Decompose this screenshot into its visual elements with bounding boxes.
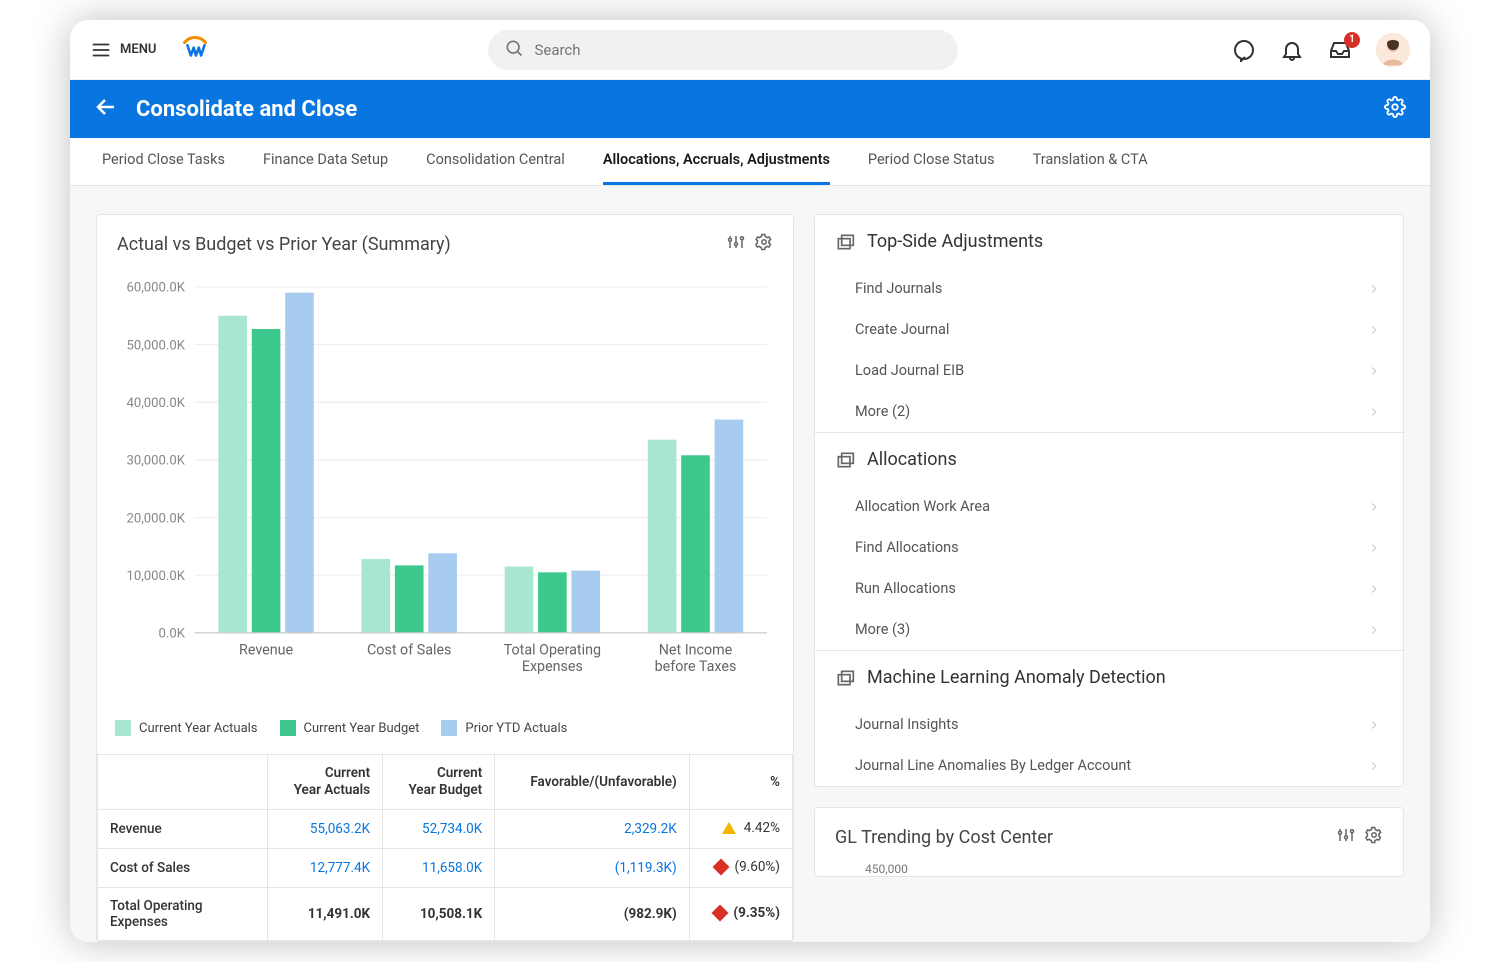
group-item[interactable]: Load Journal EIB [815, 350, 1403, 391]
gl-axis-tick: 450,000 [835, 848, 1383, 876]
group-header: Allocations [815, 433, 1403, 486]
group-item[interactable]: Journal Insights [815, 704, 1403, 745]
group-item[interactable]: More (2) [815, 391, 1403, 432]
tab-period-close-tasks[interactable]: Period Close Tasks [102, 151, 225, 185]
gl-card-title: GL Trending by Cost Center [835, 827, 1337, 848]
table-header [98, 755, 268, 810]
gl-gear-icon[interactable] [1365, 826, 1383, 848]
inbox-icon[interactable]: 1 [1328, 38, 1352, 62]
page-settings-icon[interactable] [1384, 96, 1406, 122]
alert-icon [714, 907, 726, 923]
svg-text:Cost of Sales: Cost of Sales [367, 642, 451, 658]
menu-label: MENU [120, 42, 156, 57]
menu-button[interactable]: MENU [90, 39, 156, 61]
svg-text:Total Operating: Total Operating [504, 642, 601, 658]
alert-icon [715, 861, 727, 877]
bar-chart: 0.0K 10,000.0K 20,000.0K 30,000.0K 40,000.0K… [111, 275, 779, 704]
svg-text:60,000.0K: 60,000.0K [126, 281, 185, 296]
chart-legend: Current Year Actuals Current Year Budget P… [97, 714, 793, 754]
svg-text:10,000.0K: 10,000.0K [126, 569, 185, 584]
legend-item[interactable]: Prior YTD Actuals [441, 720, 567, 736]
group-item[interactable]: Create Journal [815, 309, 1403, 350]
svg-text:0.0K: 0.0K [159, 627, 186, 642]
chart-gear-icon[interactable] [755, 233, 773, 255]
table-row[interactable]: Cost of Sales12,777.4K11,658.0K(1,119.3K… [98, 849, 793, 888]
search-icon [504, 38, 524, 62]
inbox-badge: 1 [1344, 32, 1360, 48]
legend-item[interactable]: Current Year Actuals [115, 720, 258, 736]
chart-configure-icon[interactable] [727, 233, 745, 255]
gl-configure-icon[interactable] [1337, 826, 1355, 848]
search-box[interactable] [488, 30, 958, 70]
svg-text:50,000.0K: 50,000.0K [126, 338, 185, 353]
table-header: CurrentYear Actuals [268, 755, 383, 810]
chart-card-title: Actual vs Budget vs Prior Year (Summary) [117, 234, 717, 255]
svg-text:Revenue: Revenue [239, 642, 293, 658]
summary-table: CurrentYear ActualsCurrentYear BudgetFav… [97, 754, 793, 941]
svg-text:20,000.0K: 20,000.0K [126, 511, 185, 526]
tab-bar: Period Close Tasks Finance Data Setup Cons… [70, 138, 1430, 186]
legend-item[interactable]: Current Year Budget [280, 720, 420, 736]
table-row[interactable]: Revenue55,063.2K52,734.0K2,329.2K 4.42% [98, 810, 793, 849]
search-input[interactable] [534, 41, 942, 59]
notifications-icon[interactable] [1280, 38, 1304, 62]
table-header: Favorable/(Unfavorable) [495, 755, 690, 810]
group-header: Top-Side Adjustments [815, 215, 1403, 268]
group-item[interactable]: Find Allocations [815, 527, 1403, 568]
group-item[interactable]: Journal Line Anomalies By Ledger Account [815, 745, 1403, 786]
svg-text:Expenses: Expenses [522, 659, 583, 675]
group-item[interactable]: Allocation Work Area [815, 486, 1403, 527]
svg-text:40,000.0K: 40,000.0K [126, 396, 185, 411]
tab-finance-data-setup[interactable]: Finance Data Setup [263, 151, 388, 185]
group-item[interactable]: Find Journals [815, 268, 1403, 309]
table-row[interactable]: Total Operating Expenses11,491.0K10,508.… [98, 888, 793, 941]
workday-logo[interactable] [180, 35, 210, 65]
task-groups: Top-Side AdjustmentsFind JournalsCreate … [814, 214, 1404, 787]
tab-translation-cta[interactable]: Translation & CTA [1033, 151, 1148, 185]
group-item[interactable]: More (3) [815, 609, 1403, 650]
group-item[interactable]: Run Allocations [815, 568, 1403, 609]
avatar[interactable] [1376, 33, 1410, 67]
tab-allocations-accruals-adjustments[interactable]: Allocations, Accruals, Adjustments [603, 151, 830, 185]
page-title: Consolidate and Close [136, 97, 357, 122]
svg-text:30,000.0K: 30,000.0K [126, 454, 185, 469]
table-header: % [689, 755, 792, 810]
group-header: Machine Learning Anomaly Detection [815, 651, 1403, 704]
warning-icon [722, 822, 736, 838]
svg-text:before Taxes: before Taxes [655, 659, 737, 675]
tab-consolidation-central[interactable]: Consolidation Central [426, 151, 565, 185]
back-button[interactable] [94, 95, 118, 123]
tab-period-close-status[interactable]: Period Close Status [868, 151, 995, 185]
svg-text:Net Income: Net Income [659, 642, 733, 658]
table-header: CurrentYear Budget [383, 755, 495, 810]
chat-icon[interactable] [1232, 38, 1256, 62]
